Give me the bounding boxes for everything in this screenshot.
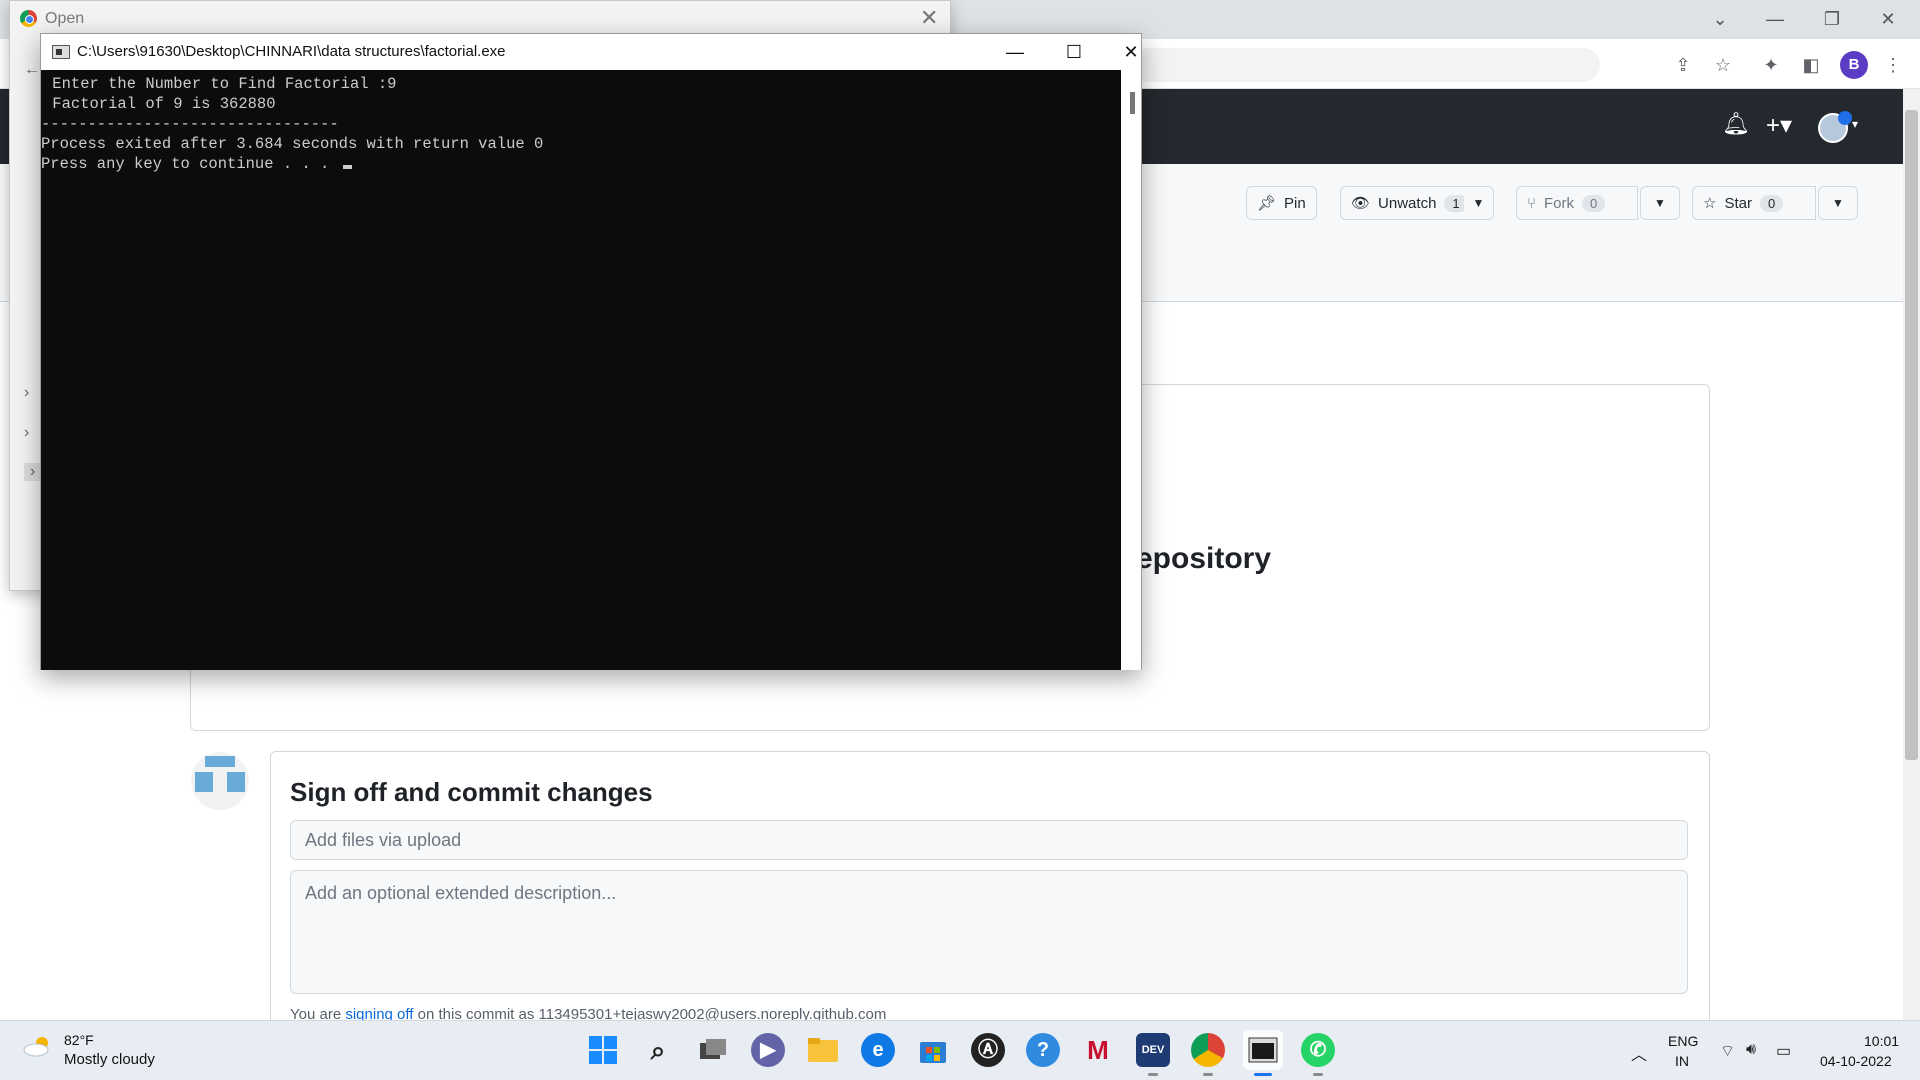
upload-heading: epository — [1136, 542, 1272, 575]
console-line: Factorial of 9 is 362880 — [43, 95, 276, 113]
dialog-title: Open — [45, 10, 85, 27]
console-line: -------------------------------- — [41, 115, 339, 133]
console-output[interactable]: Enter the Number to Find Factorial :9 Fa… — [41, 70, 1121, 670]
unwatch-button[interactable]: 👁︎ Unwatch 1 — [1340, 186, 1479, 220]
fork-dropdown-icon[interactable]: ▼ — [1640, 186, 1680, 220]
region-code[interactable]: IN — [1675, 1053, 1689, 1069]
help-icon[interactable]: ? — [1026, 1033, 1060, 1067]
extensions-icon[interactable]: ✦ — [1758, 52, 1784, 78]
star-count: 0 — [1759, 194, 1784, 212]
back-arrow-icon[interactable]: ← — [24, 61, 40, 79]
console-scroll-thumb[interactable] — [1130, 92, 1135, 114]
identicon-icon — [195, 756, 245, 792]
commit-description-textarea[interactable]: Add an optional extended description... — [290, 870, 1688, 994]
microsoft-store-icon[interactable] — [916, 1033, 950, 1067]
console-scrollbar[interactable] — [1121, 70, 1141, 670]
running-indicator — [1148, 1073, 1158, 1076]
whatsapp-icon[interactable]: ✆ — [1301, 1033, 1335, 1067]
tree-expand-icon[interactable]: › — [24, 384, 29, 402]
notifications-bell-icon[interactable]: 🔔︎ — [1722, 111, 1750, 137]
file-explorer-icon[interactable] — [806, 1033, 840, 1067]
fork-button[interactable]: ⑂ Fork 0 — [1516, 186, 1638, 220]
star-button[interactable]: ☆ Star 0 — [1692, 186, 1816, 220]
dialog-close-icon[interactable]: ✕ — [920, 5, 938, 31]
console-line: Press any key to continue . . . — [41, 154, 1121, 174]
avatar-dropdown-icon[interactable]: ▾ — [1852, 117, 1858, 131]
weather-description[interactable]: Mostly cloudy — [64, 1051, 155, 1068]
battery-icon[interactable]: ▭ — [1776, 1041, 1791, 1061]
wifi-icon[interactable]: ⌔ — [1720, 1041, 1735, 1061]
devcpp-icon[interactable]: DEV — [1136, 1033, 1170, 1067]
chrome-logo-icon — [20, 10, 37, 27]
restore-icon[interactable]: ❐ — [1812, 6, 1852, 32]
console-title: C:\Users\91630\Desktop\CHINNARI\data str… — [77, 43, 506, 60]
running-indicator — [1313, 1073, 1323, 1076]
bookmark-star-icon[interactable]: ☆ — [1710, 52, 1736, 78]
console-maximize-icon[interactable]: ☐ — [1051, 37, 1097, 67]
partly-cloudy-icon[interactable] — [22, 1035, 54, 1057]
create-new-plus-icon[interactable]: +▾ — [1766, 111, 1792, 140]
console-titlebar[interactable]: C:\Users\91630\Desktop\CHINNARI\data str… — [41, 34, 1141, 70]
console-window: C:\Users\91630\Desktop\CHINNARI\data str… — [40, 33, 1142, 670]
volume-icon[interactable]: 🔊︎ — [1746, 1041, 1756, 1059]
console-app-icon — [52, 45, 70, 59]
console-minimize-icon[interactable]: — — [992, 37, 1038, 67]
show-hidden-icons-chevron-icon[interactable]: ︿ — [1631, 1041, 1647, 1065]
mcafee-icon[interactable]: M — [1081, 1033, 1115, 1067]
eye-icon: 👁︎ — [1351, 195, 1371, 212]
search-icon[interactable]: ⌕ — [641, 1033, 675, 1067]
console-line: Enter the Number to Find Factorial :9 — [43, 75, 397, 93]
running-indicator — [1203, 1073, 1213, 1076]
weather-temperature[interactable]: 82°F — [64, 1032, 94, 1048]
app-circle-icon[interactable]: Ⓐ — [971, 1033, 1005, 1067]
active-indicator — [1254, 1073, 1272, 1076]
chrome-icon[interactable] — [1191, 1033, 1225, 1067]
language-code[interactable]: ENG — [1668, 1033, 1698, 1049]
minimize-icon[interactable]: — — [1755, 6, 1795, 32]
commit-summary-input[interactable]: Add files via upload — [290, 820, 1688, 860]
star-dropdown-icon[interactable]: ▼ — [1818, 186, 1858, 220]
console-line: Process exited after 3.684 seconds with … — [41, 135, 544, 153]
console-app-icon[interactable] — [1243, 1030, 1283, 1070]
task-view-icon[interactable] — [696, 1033, 730, 1067]
text-cursor — [342, 165, 352, 169]
edge-icon[interactable]: e — [861, 1033, 895, 1067]
close-icon[interactable]: ✕ — [1868, 6, 1908, 32]
pin-icon: 📌︎ — [1257, 195, 1277, 212]
taskbar: 82°F Mostly cloudy ⌕ ▶ e Ⓐ ? M DEV ✆ ︿ E… — [0, 1020, 1920, 1080]
tab-search-icon[interactable]: ⌄ — [1700, 6, 1740, 32]
profile-avatar[interactable]: B — [1840, 51, 1868, 79]
clock-time[interactable]: 10:01 — [1864, 1033, 1899, 1049]
share-icon[interactable]: ⇪ — [1670, 52, 1696, 78]
tree-expand-icon[interactable]: › — [24, 424, 29, 442]
pin-button[interactable]: 📌︎ Pin — [1246, 186, 1317, 220]
status-dot-icon — [1838, 111, 1852, 125]
fork-icon: ⑂ — [1527, 194, 1537, 212]
start-icon[interactable] — [586, 1033, 620, 1067]
commit-heading: Sign off and commit changes — [290, 777, 653, 807]
teams-chat-icon[interactable]: ▶ — [751, 1033, 785, 1067]
unwatch-dropdown-icon[interactable]: ▼ — [1464, 186, 1494, 220]
star-icon: ☆ — [1703, 195, 1717, 212]
menu-kebab-icon[interactable]: ⋮ — [1880, 52, 1906, 78]
clock-date[interactable]: 04-10-2022 — [1820, 1053, 1892, 1069]
console-close-icon[interactable]: ✕ — [1108, 37, 1154, 67]
address-bar[interactable] — [1130, 48, 1600, 82]
fork-count: 0 — [1582, 194, 1606, 212]
side-panel-icon[interactable]: ◧ — [1798, 52, 1824, 78]
page-scroll-thumb[interactable] — [1905, 110, 1918, 760]
commit-author-avatar — [191, 752, 249, 810]
